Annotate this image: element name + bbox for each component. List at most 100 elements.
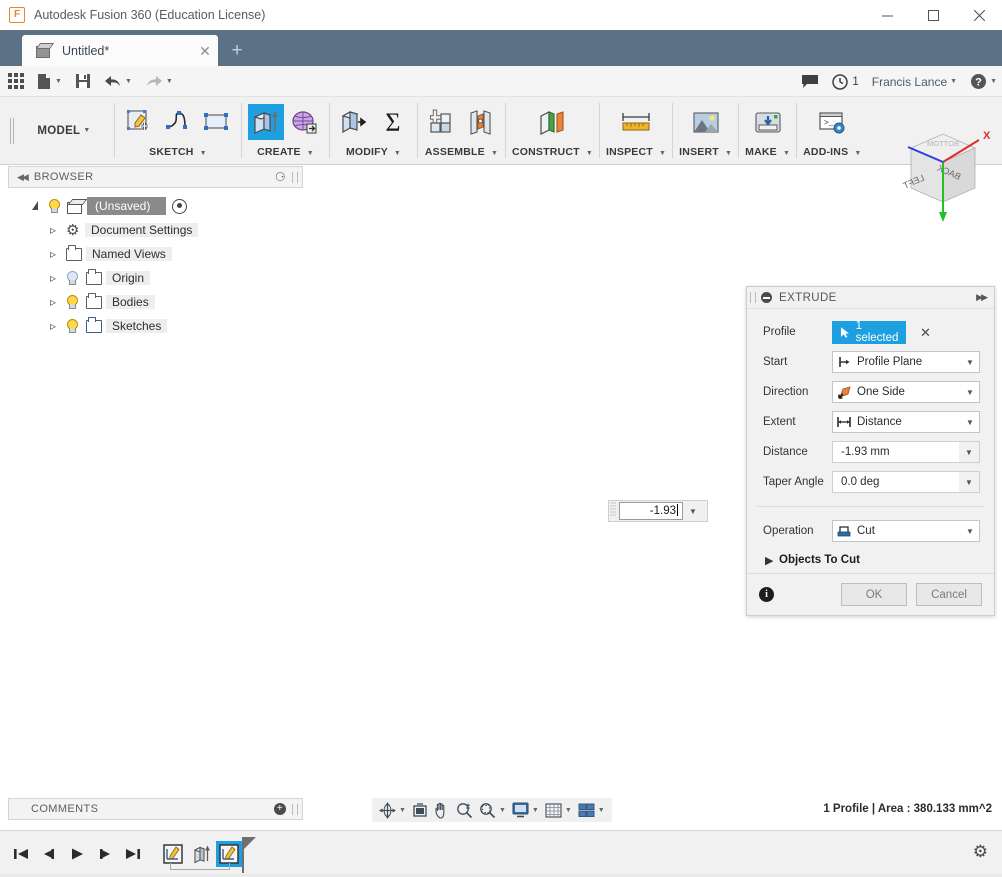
collapse-left-icon[interactable]: ◀◀: [9, 172, 34, 183]
step-back-button[interactable]: [36, 841, 62, 867]
extent-dropdown[interactable]: Distance ▼: [832, 411, 980, 433]
tree-item-unsaved[interactable]: (Unsaved): [8, 194, 303, 218]
panel-grip[interactable]: [292, 803, 298, 815]
go-to-end-button[interactable]: [120, 841, 146, 867]
comments-panel[interactable]: COMMENTS +: [8, 798, 303, 820]
expand-arrow-icon[interactable]: [44, 295, 62, 309]
go-to-beginning-button[interactable]: [8, 841, 34, 867]
clear-selection-icon[interactable]: ✕: [920, 326, 931, 339]
expand-arrow-icon[interactable]: [44, 223, 62, 237]
chevron-down-icon[interactable]: ▼: [959, 472, 979, 492]
direction-dropdown[interactable]: One Side ▼: [832, 381, 980, 403]
offset-plane-icon[interactable]: [534, 104, 570, 140]
expand-arrow-icon[interactable]: [44, 271, 62, 285]
chevron-down-icon[interactable]: ▼: [399, 807, 406, 814]
light-bulb-icon[interactable]: [64, 270, 80, 286]
chevron-down-icon[interactable]: ▼: [961, 388, 979, 397]
3d-print-icon[interactable]: [750, 104, 786, 140]
chevron-down-icon[interactable]: ▼: [961, 358, 979, 367]
chevron-down-icon[interactable]: ▼: [499, 807, 506, 814]
chevron-down-icon[interactable]: ▼: [961, 418, 979, 427]
dialog-grip[interactable]: [750, 292, 756, 303]
start-dropdown[interactable]: Profile Plane ▼: [832, 351, 980, 373]
sigma-icon[interactable]: Σ: [375, 104, 411, 140]
ribbon-group-label[interactable]: ASSEMBLE ▼: [425, 146, 498, 164]
ribbon-group-label[interactable]: CONSTRUCT ▼: [512, 146, 593, 164]
chevron-down-icon[interactable]: ▼: [598, 807, 605, 814]
pan-button[interactable]: [431, 799, 453, 821]
chevron-down-icon[interactable]: ▼: [959, 442, 979, 462]
add-comment-icon[interactable]: +: [274, 803, 286, 815]
view-cube[interactable]: LEFT BACK BOTTOM X Y: [893, 118, 998, 230]
operation-dropdown[interactable]: Cut ▼: [832, 520, 980, 542]
viewports-button[interactable]: ▼: [575, 799, 608, 821]
taper-angle-input[interactable]: 0.0 deg ▼: [832, 471, 980, 493]
extrude-icon[interactable]: [248, 104, 284, 140]
inline-distance-input[interactable]: -1.93 ▼: [608, 500, 708, 522]
insert-image-icon[interactable]: [688, 104, 724, 140]
dialog-header[interactable]: EXTRUDE ▶▶: [747, 287, 994, 309]
minimize-button[interactable]: [864, 0, 910, 30]
ok-button[interactable]: OK: [841, 583, 907, 606]
spline-icon[interactable]: [160, 104, 196, 140]
measure-icon[interactable]: [618, 104, 654, 140]
save-button[interactable]: [70, 68, 96, 94]
document-tab[interactable]: Untitled* ✕: [22, 35, 218, 66]
chevron-down-icon[interactable]: ▼: [565, 807, 572, 814]
new-tab-button[interactable]: +: [219, 35, 255, 66]
new-component-icon[interactable]: [424, 104, 460, 140]
close-button[interactable]: [956, 0, 1002, 30]
light-bulb-icon[interactable]: [46, 198, 62, 214]
drag-handle-icon[interactable]: [609, 501, 619, 521]
create-form-icon[interactable]: [287, 104, 323, 140]
help-button[interactable]: ? ▼: [965, 69, 1002, 95]
step-forward-button[interactable]: [92, 841, 118, 867]
joint-icon[interactable]: [463, 104, 499, 140]
light-bulb-icon[interactable]: [64, 294, 80, 310]
create-sketch-icon[interactable]: [121, 104, 157, 140]
file-menu-button[interactable]: ▼: [32, 68, 67, 94]
tree-item-bodies[interactable]: Bodies: [8, 290, 303, 314]
chevron-down-icon[interactable]: ▼: [689, 507, 697, 516]
profile-selection-button[interactable]: 1 selected: [832, 320, 906, 344]
ribbon-group-label[interactable]: SKETCH ▼: [149, 146, 207, 164]
visibility-icon[interactable]: [172, 198, 188, 214]
expand-right-icon[interactable]: ▶▶: [976, 292, 988, 303]
tree-item-origin[interactable]: Origin: [8, 266, 303, 290]
expand-arrow-icon[interactable]: ▶: [765, 554, 779, 567]
ribbon-group-label[interactable]: ADD-INS ▼: [803, 146, 861, 164]
ribbon-group-label[interactable]: CREATE ▼: [257, 146, 314, 164]
ribbon-group-label[interactable]: MODIFY ▼: [346, 146, 401, 164]
chevron-down-icon[interactable]: ▼: [961, 527, 979, 536]
zoom-button[interactable]: [453, 799, 476, 821]
objects-to-cut-section[interactable]: ▶ Objects To Cut: [747, 546, 994, 572]
workspace-switcher[interactable]: MODEL ▼: [14, 97, 114, 164]
settings-gear-icon[interactable]: ⚙: [973, 843, 988, 860]
zoom-window-button[interactable]: ▼: [476, 799, 509, 821]
ribbon-group-label[interactable]: MAKE ▼: [745, 146, 790, 164]
show-data-panel-button[interactable]: [3, 68, 29, 94]
press-pull-icon[interactable]: [336, 104, 372, 140]
ribbon-group-label[interactable]: INSERT ▼: [679, 146, 732, 164]
scripts-addins-icon[interactable]: >_: [814, 104, 850, 140]
close-icon[interactable]: ✕: [192, 44, 218, 58]
timeline-marker-line[interactable]: [242, 837, 244, 873]
job-status-button[interactable]: 1: [827, 69, 863, 95]
look-at-button[interactable]: [409, 799, 431, 821]
comments-button[interactable]: [796, 69, 824, 95]
ribbon-group-label[interactable]: INSPECT ▼: [606, 146, 666, 164]
info-icon[interactable]: i: [759, 587, 774, 602]
play-button[interactable]: [64, 841, 90, 867]
tree-item-named-views[interactable]: Named Views: [8, 242, 303, 266]
expand-arrow-icon[interactable]: [26, 201, 44, 212]
redo-button[interactable]: ▼: [140, 68, 178, 94]
tree-item-sketches[interactable]: Sketches: [8, 314, 303, 338]
inline-value-field[interactable]: -1.93: [619, 502, 683, 520]
collapse-icon[interactable]: [761, 292, 772, 303]
panel-grip[interactable]: [292, 171, 298, 183]
expand-arrow-icon[interactable]: [44, 319, 62, 333]
expand-arrow-icon[interactable]: [44, 247, 62, 261]
tree-item-document-settings[interactable]: ⚙ Document Settings: [8, 218, 303, 242]
chevron-down-icon[interactable]: ▼: [532, 807, 539, 814]
browser-minimize-icon[interactable]: ⚆: [275, 171, 286, 183]
